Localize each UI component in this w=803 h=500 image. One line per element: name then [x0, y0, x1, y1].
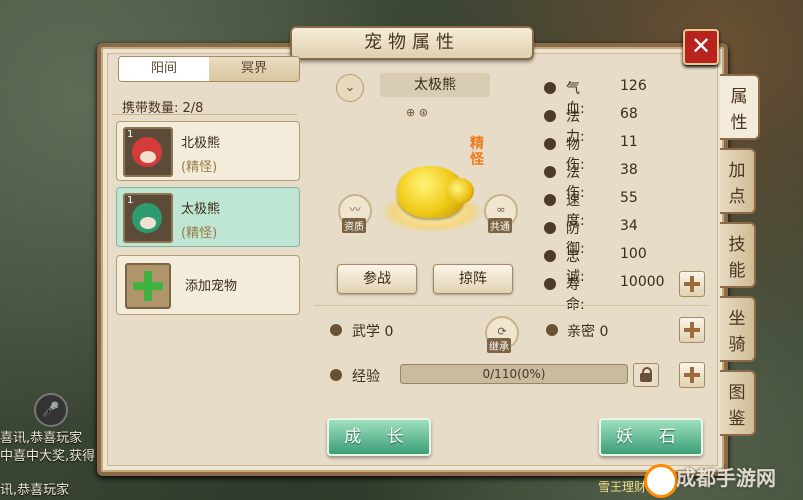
- tab-yangjian[interactable]: 阳间: [119, 57, 209, 81]
- add-pet-card[interactable]: 添加宠物: [116, 255, 300, 315]
- tab-points[interactable]: 加点: [720, 148, 756, 214]
- grow-button[interactable]: 成 长: [327, 418, 431, 456]
- close-button[interactable]: ✕: [683, 29, 719, 65]
- experience-bar: 0/110(0%): [400, 364, 628, 384]
- wuxue-label: 武学 0: [352, 324, 394, 340]
- tab-attributes[interactable]: 属性: [720, 74, 760, 140]
- shield-icon: [544, 222, 556, 234]
- chat-line: 喜讯,恭喜玩家: [0, 431, 83, 446]
- chevron-down-icon[interactable]: ⌄: [336, 74, 364, 102]
- watermark-logo-icon: [644, 464, 678, 498]
- add-experience-button[interactable]: [679, 362, 705, 388]
- experience-icon: [330, 369, 342, 381]
- magic-icon: [544, 166, 556, 178]
- pet-list-panel: 阳间 冥界 携带数量: 2/8 1 北极熊 (精怪) 1 太极熊 (精怪) 添加…: [112, 54, 307, 460]
- mp-icon: [544, 110, 556, 122]
- speed-icon: [544, 194, 556, 206]
- hp-icon: [544, 82, 556, 94]
- pet-type: (精怪): [181, 160, 218, 175]
- realm-switch: 阳间 冥界: [118, 56, 300, 82]
- pet-level: 1: [127, 129, 134, 140]
- lock-icon[interactable]: [633, 363, 659, 387]
- divider: [314, 305, 709, 306]
- element-icons: ⊕ ⊛: [406, 106, 428, 119]
- pet-model: [382, 156, 482, 236]
- yaoshi-button[interactable]: 妖 石: [599, 418, 703, 456]
- experience-label: 经验: [352, 369, 380, 385]
- pet-avatar: 1: [123, 127, 173, 177]
- experience-value: 0/110(0%): [482, 367, 546, 381]
- intimacy-icon: [546, 324, 558, 336]
- sword-icon: [544, 138, 556, 150]
- aptitude-label: 资质: [342, 218, 366, 233]
- divider: [112, 114, 297, 115]
- intimacy-label: 亲密 0: [567, 324, 609, 340]
- pet-name: 北极熊: [181, 136, 221, 151]
- pet-avatar: 1: [123, 193, 173, 243]
- pet-preview: ⌄ 太极熊 ⊕ ⊛ 精怪 〰 资质 ∞ 共通: [320, 56, 530, 296]
- chat-log: 喜讯,恭喜玩家 中喜中大奖,获得 讯,恭喜玩家: [0, 430, 98, 500]
- heart-icon: [544, 250, 556, 262]
- tab-handbook[interactable]: 图鉴: [720, 370, 756, 436]
- tab-mount[interactable]: 坐骑: [720, 296, 756, 362]
- battle-button[interactable]: 参战: [337, 264, 417, 294]
- golden-bear-head: [446, 178, 474, 204]
- bear-snout-icon: [140, 151, 156, 163]
- pet-card-beijixiong[interactable]: 1 北极熊 (精怪): [116, 121, 300, 181]
- window-title: 宠物属性: [290, 26, 534, 60]
- plus-icon: [125, 263, 171, 309]
- chat-line: 中喜中大奖,获得: [0, 449, 96, 464]
- add-intimacy-button[interactable]: [679, 317, 705, 343]
- hourglass-icon: [544, 278, 556, 290]
- pet-level: 1: [127, 195, 134, 206]
- pet-name-title: 太极熊: [380, 73, 490, 97]
- bottom-status-text: 雪王理财: [598, 480, 647, 494]
- bear-snout-icon: [140, 217, 156, 229]
- add-pet-label: 添加宠物: [185, 279, 238, 294]
- inherit-label: 继承: [487, 338, 511, 353]
- voice-mic-icon[interactable]: 🎤: [34, 393, 68, 427]
- chat-line: 讯,恭喜玩家: [0, 483, 70, 498]
- tab-skills[interactable]: 技能: [720, 222, 756, 288]
- pet-card-taijixiong[interactable]: 1 太极熊 (精怪): [116, 187, 300, 247]
- pet-type: (精怪): [181, 226, 218, 241]
- watermark-text: 成都手游网: [676, 466, 776, 490]
- tab-mingjie[interactable]: 冥界: [209, 57, 299, 81]
- formation-button[interactable]: 掠阵: [433, 264, 513, 294]
- add-lifespan-button[interactable]: [679, 271, 705, 297]
- wuxue-icon: [330, 324, 342, 336]
- share-label: 共通: [488, 218, 512, 233]
- pet-name: 太极熊: [181, 202, 221, 217]
